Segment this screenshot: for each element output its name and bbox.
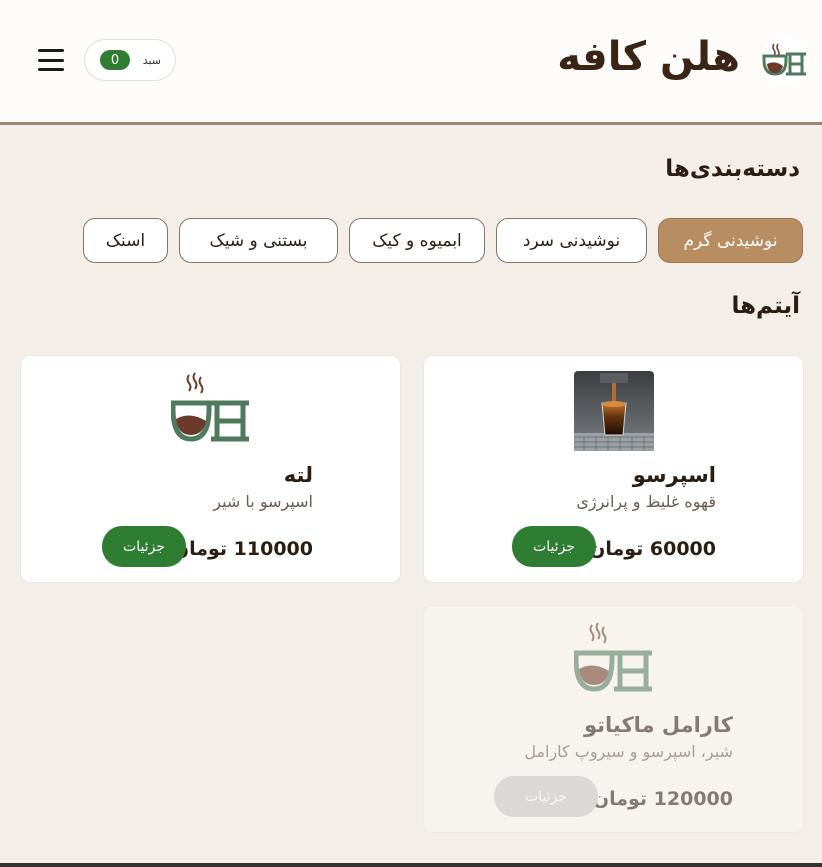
item-card-espresso[interactable]: اسپرسو قهوه غلیظ و پرانرژی 60000 تومان ج… xyxy=(423,355,804,583)
item-name: لته xyxy=(283,463,313,487)
item-description: شیر، اسپرسو و سیروپ کارامل xyxy=(524,742,733,761)
item-price: 120000 تومان xyxy=(592,788,733,810)
details-button[interactable]: جزئیات xyxy=(512,526,596,567)
category-icecream-shake[interactable]: بستنی و شیک xyxy=(179,218,338,263)
category-hot-drinks[interactable]: نوشیدنی گرم xyxy=(658,218,803,263)
item-card-latte[interactable]: لته اسپرسو با شیر 110000 تومان جزئیات xyxy=(20,355,401,583)
item-description: اسپرسو با شیر xyxy=(213,492,313,511)
item-description: قهوه غلیظ و پرانرژی xyxy=(576,492,716,511)
cafe-logo-icon xyxy=(573,622,652,692)
cart-count-badge: 0 xyxy=(100,50,130,70)
cart-button[interactable]: 0 سبد xyxy=(84,39,176,81)
item-price: 60000 تومان xyxy=(589,538,716,560)
hamburger-menu-icon[interactable] xyxy=(38,47,64,73)
details-button[interactable]: جزئیات xyxy=(102,526,186,567)
categories-title: دسته‌بندی‌ها xyxy=(665,156,800,182)
cart-label: سبد xyxy=(142,53,161,67)
items-title: آیتم‌ها xyxy=(731,293,800,319)
item-name: اسپرسو xyxy=(632,463,716,487)
bottom-divider xyxy=(0,863,822,867)
cafe-logo-icon xyxy=(170,372,249,442)
category-snack[interactable]: اسنک xyxy=(83,218,168,263)
cafe-logo-icon[interactable] xyxy=(760,36,810,86)
item-name: کارامل ماکیاتو xyxy=(583,713,733,737)
app-header: 0 سبد هلن کافه xyxy=(0,0,822,125)
details-button[interactable]: جزئیات xyxy=(494,776,598,817)
category-juice-cake[interactable]: ابمیوه و کیک xyxy=(349,218,485,263)
item-card-caramel-macchiato[interactable]: کارامل ماکیاتو شیر، اسپرسو و سیروپ کارام… xyxy=(423,605,804,833)
brand-title: هلن کافه xyxy=(557,34,740,80)
espresso-photo xyxy=(573,371,654,451)
item-price: 110000 تومان xyxy=(172,538,313,560)
category-cold-drinks[interactable]: نوشیدنی سرد xyxy=(496,218,647,263)
category-list: نوشیدنی گرم نوشیدنی سرد ابمیوه و کیک بست… xyxy=(83,218,803,263)
